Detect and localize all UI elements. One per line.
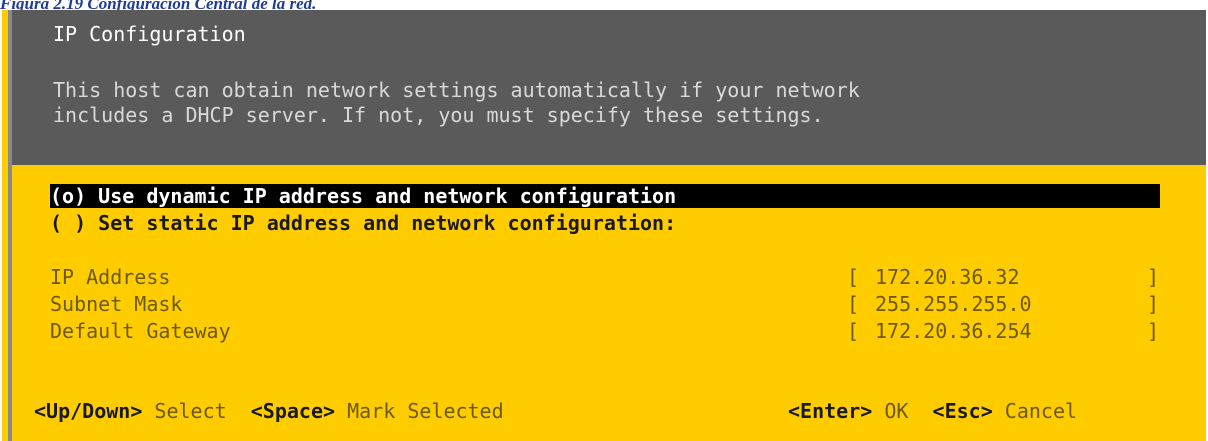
ok-action: OK — [884, 399, 909, 423]
subnet-mask-label: Subnet Mask — [50, 292, 183, 316]
footer-right: <Enter> OK <Esc> Cancel — [788, 399, 1077, 423]
description-line-1: This host can obtain network settings au… — [53, 78, 860, 102]
default-gateway-label: Default Gateway — [50, 319, 231, 343]
bracket-close: ] — [1146, 319, 1159, 343]
header-panel: IP Configuration This host can obtain ne… — [12, 10, 1206, 165]
subnet-mask-value: 255.255.255.0 — [875, 292, 1032, 316]
select-action: Select — [154, 399, 227, 423]
cancel-action: Cancel — [1004, 399, 1078, 423]
bracket-close: ] — [1146, 292, 1159, 316]
mark-selected-action: Mark Selected — [347, 399, 504, 423]
description-line-2: includes a DHCP server. If not, you must… — [53, 103, 824, 127]
ip-address-value: 172.20.36.32 — [875, 265, 1020, 289]
bracket-close: ] — [1146, 265, 1159, 289]
dcui-window: IP Configuration This host can obtain ne… — [2, 10, 1206, 441]
option-static-ip[interactable]: ( ) Set static IP address and network co… — [50, 211, 676, 235]
bracket-open: [ — [847, 319, 860, 343]
left-border — [8, 10, 12, 441]
esc-key[interactable]: <Esc> — [933, 399, 993, 423]
ip-address-label: IP Address — [50, 265, 171, 289]
default-gateway-field[interactable]: [ 172.20.36.254 ] — [847, 319, 1159, 343]
footer-left: <Up/Down> Select <Space> Mark Selected — [34, 399, 504, 423]
figure-caption: Figura 2.19 Configuración Central de la … — [0, 0, 317, 13]
page-title: IP Configuration — [53, 22, 246, 46]
default-gateway-value: 172.20.36.254 — [875, 319, 1032, 343]
subnet-mask-field[interactable]: [ 255.255.255.0 ] — [847, 292, 1159, 316]
bracket-open: [ — [847, 292, 860, 316]
description: This host can obtain network settings au… — [53, 78, 860, 128]
up-down-key[interactable]: <Up/Down> — [34, 399, 142, 423]
enter-key[interactable]: <Enter> — [788, 399, 872, 423]
option-dynamic-ip[interactable]: (o) Use dynamic IP address and network c… — [50, 184, 1160, 208]
bracket-open: [ — [847, 265, 860, 289]
ip-address-field[interactable]: [ 172.20.36.32 ] — [847, 265, 1159, 289]
space-key[interactable]: <Space> — [251, 399, 335, 423]
